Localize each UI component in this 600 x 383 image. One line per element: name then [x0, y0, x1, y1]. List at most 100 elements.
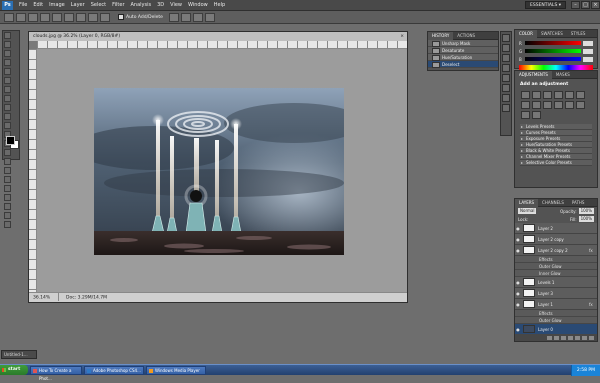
blue-slider-row[interactable]: B: [519, 56, 593, 62]
tool-preset-picker[interactable]: [4, 12, 14, 22]
menu-select[interactable]: Select: [88, 0, 109, 11]
layer-effects-row[interactable]: Effects: [515, 310, 597, 317]
visibility-eye-icon[interactable]: ●: [515, 327, 521, 332]
visibility-eye-icon[interactable]: ●: [515, 248, 521, 253]
taskbar-media-player-button[interactable]: Windows Media Player: [146, 365, 206, 375]
actions-panel-icon[interactable]: [502, 44, 510, 52]
tab-adjustments[interactable]: Adjustments: [515, 70, 552, 79]
fill-pixels-button[interactable]: [40, 12, 50, 22]
path-selection-tool-icon[interactable]: [4, 176, 11, 183]
taskbar-browser-button[interactable]: How To Create a Phot...: [30, 365, 82, 381]
new-group-icon[interactable]: [575, 335, 580, 340]
blend-mode-dropdown[interactable]: Normal: [518, 208, 537, 214]
path-exclude-button[interactable]: [204, 12, 215, 22]
blue-value-field[interactable]: [583, 56, 593, 62]
start-button[interactable]: start: [0, 365, 28, 375]
tab-paths[interactable]: Paths: [568, 199, 589, 207]
paragraph-panel-icon[interactable]: [502, 84, 510, 92]
hand-tool-icon[interactable]: [4, 212, 11, 219]
magic-wand-tool-icon[interactable]: [4, 59, 11, 66]
menu-view[interactable]: View: [167, 0, 185, 11]
history-panel-icon[interactable]: [502, 34, 510, 42]
zoom-tool-icon[interactable]: [4, 221, 11, 228]
threshold-icon[interactable]: [521, 111, 530, 119]
custom-shape-button[interactable]: [100, 12, 110, 22]
character-panel-icon[interactable]: [502, 74, 510, 82]
visibility-eye-icon[interactable]: ●: [515, 280, 521, 285]
layer-row[interactable]: ● Layer 3: [515, 288, 597, 299]
blue-slider[interactable]: [525, 57, 581, 61]
menu-filter[interactable]: Filter: [109, 0, 127, 11]
layer-effect-row[interactable]: Outer Glow: [515, 263, 597, 270]
layer-row[interactable]: ● Levels 1: [515, 277, 597, 288]
ellipse-shape-button[interactable]: [88, 12, 98, 22]
layer-effect-row[interactable]: Outer Glow: [515, 317, 597, 324]
layer-effect-row[interactable]: Inner Glow: [515, 270, 597, 277]
add-mask-icon[interactable]: [561, 335, 566, 340]
canvas-area[interactable]: [37, 49, 407, 292]
document-image[interactable]: [94, 88, 344, 255]
tab-styles[interactable]: Styles: [567, 30, 590, 38]
exposure-icon[interactable]: [554, 91, 563, 99]
link-layers-icon[interactable]: [547, 335, 552, 340]
menu-layer[interactable]: Layer: [68, 0, 88, 11]
crop-tool-icon[interactable]: [4, 68, 11, 75]
eraser-tool-icon[interactable]: [4, 122, 11, 129]
path-combine-button[interactable]: [168, 12, 179, 22]
shape-layers-button[interactable]: [16, 12, 26, 22]
tab-actions[interactable]: Actions: [453, 32, 479, 40]
close-button[interactable]: ×: [591, 1, 600, 9]
document-title-bar[interactable]: clouds.jpg @ 36.2% (Layer 0, RGB/8#) ×: [29, 32, 407, 41]
healing-tool-icon[interactable]: [4, 86, 11, 93]
fx-icon[interactable]: fx: [589, 248, 597, 253]
3d-orbit-tool-icon[interactable]: [4, 203, 11, 210]
green-slider[interactable]: [525, 49, 581, 53]
menu-image[interactable]: Image: [46, 0, 68, 11]
layer-effects-row[interactable]: Effects: [515, 256, 597, 263]
menu-3d[interactable]: 3D: [154, 0, 167, 11]
visibility-eye-icon[interactable]: ●: [515, 226, 521, 231]
tab-channels[interactable]: Channels: [538, 199, 568, 207]
lasso-tool-icon[interactable]: [4, 50, 11, 57]
preset-item[interactable]: Selective Color Presets: [520, 160, 592, 166]
green-value-field[interactable]: [583, 48, 593, 54]
tab-masks[interactable]: Masks: [552, 71, 574, 79]
color-balance-icon[interactable]: [521, 101, 530, 109]
clone-source-panel-icon[interactable]: [502, 64, 510, 72]
eyedropper-tool-icon[interactable]: [4, 77, 11, 84]
minimized-document[interactable]: Untitled-1...: [1, 350, 37, 359]
gradient-map-icon[interactable]: [532, 111, 541, 119]
move-tool-icon[interactable]: [4, 32, 11, 39]
red-slider-row[interactable]: R: [519, 40, 593, 46]
history-brush-tool-icon[interactable]: [4, 113, 11, 120]
menu-edit[interactable]: Edit: [30, 0, 46, 11]
history-item-selected[interactable]: Deselect: [428, 61, 498, 68]
minimize-button[interactable]: –: [571, 1, 580, 9]
layer-row[interactable]: ● Layer 2: [515, 223, 597, 234]
auto-add-delete-checkbox[interactable]: [118, 14, 124, 20]
menu-analysis[interactable]: Analysis: [128, 0, 155, 11]
history-item[interactable]: Unsharp Mask: [428, 40, 498, 47]
system-tray-clock[interactable]: 2:58 PM: [570, 364, 600, 376]
channel-mixer-icon[interactable]: [554, 101, 563, 109]
type-tool-icon[interactable]: [4, 167, 11, 174]
brightness-contrast-icon[interactable]: [521, 91, 530, 99]
tool-presets-panel-icon[interactable]: [502, 94, 510, 102]
workspace-switcher[interactable]: ESSENTIALS ▾: [525, 1, 566, 9]
pen-tool-button[interactable]: [52, 12, 62, 22]
invert-icon[interactable]: [565, 101, 574, 109]
pen-tool-icon[interactable]: [4, 158, 11, 165]
levels-icon[interactable]: [532, 91, 541, 99]
tab-swatches[interactable]: Swatches: [537, 30, 567, 38]
marquee-tool-icon[interactable]: [4, 41, 11, 48]
red-slider[interactable]: [525, 41, 581, 45]
taskbar-photoshop-button[interactable]: Adobe Photoshop CS4...: [84, 365, 144, 375]
new-adjustment-icon[interactable]: [568, 335, 573, 340]
hue-saturation-icon[interactable]: [576, 91, 585, 99]
brush-tool-icon[interactable]: [4, 95, 11, 102]
red-value-field[interactable]: [583, 40, 593, 46]
freeform-pen-button[interactable]: [64, 12, 74, 22]
horizontal-ruler[interactable]: [37, 41, 407, 49]
fill-field[interactable]: 100%: [578, 216, 594, 222]
dodge-tool-icon[interactable]: [4, 149, 11, 156]
